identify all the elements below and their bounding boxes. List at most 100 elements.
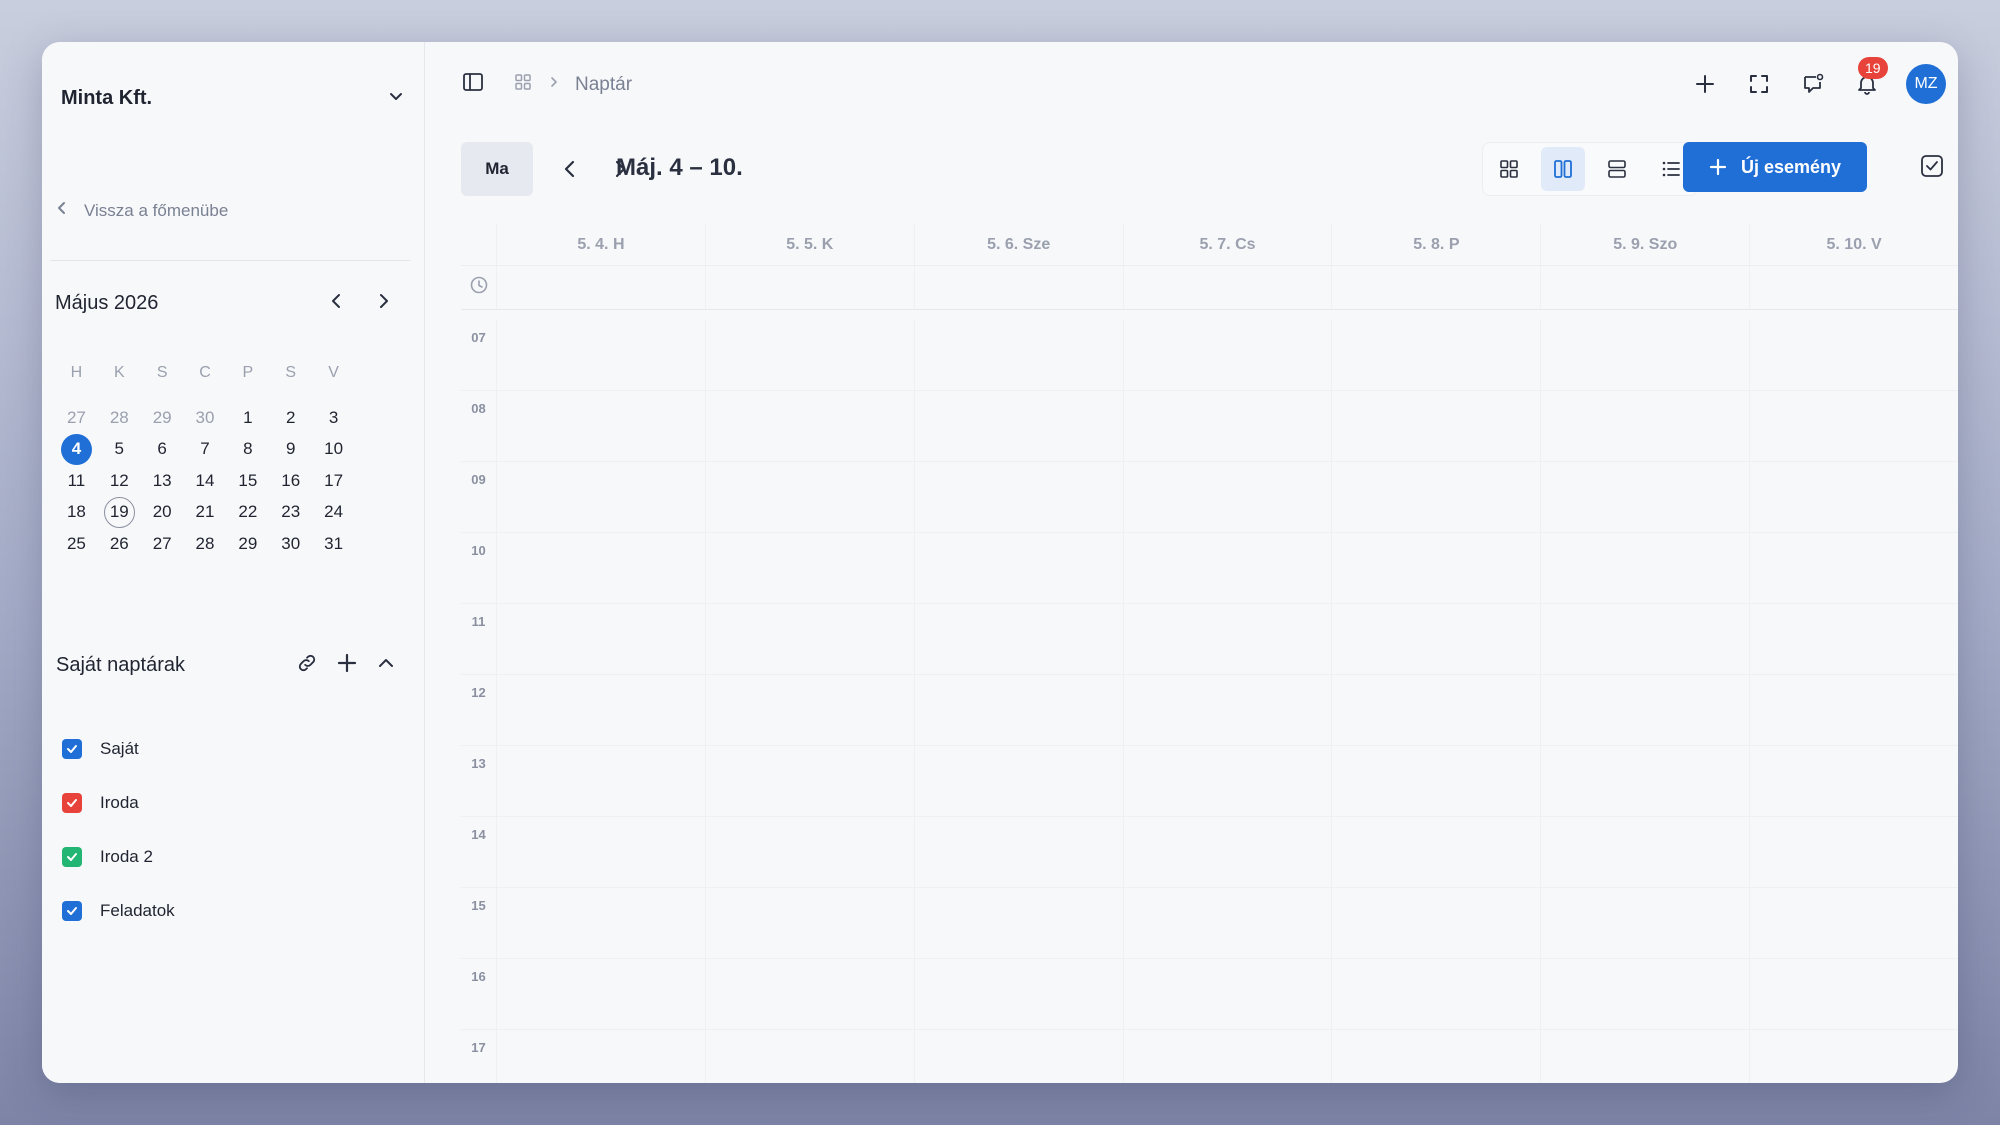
time-slot[interactable] bbox=[1122, 1030, 1332, 1083]
time-slot[interactable] bbox=[913, 1030, 1123, 1083]
time-slot[interactable] bbox=[1122, 462, 1332, 532]
calendar-item[interactable]: Iroda 2 bbox=[62, 830, 175, 884]
add-button[interactable] bbox=[1690, 69, 1720, 99]
time-slot[interactable] bbox=[1540, 533, 1749, 603]
mini-day[interactable]: 30 bbox=[269, 528, 312, 559]
time-slot[interactable] bbox=[1540, 746, 1749, 816]
time-slot[interactable] bbox=[704, 462, 914, 532]
time-slot[interactable] bbox=[496, 959, 705, 1029]
notifications-button[interactable]: 19 bbox=[1852, 57, 1888, 99]
time-slot[interactable] bbox=[1749, 462, 1958, 532]
time-slot[interactable] bbox=[1540, 888, 1749, 958]
time-slot[interactable] bbox=[1540, 604, 1749, 674]
chevron-up-icon[interactable] bbox=[376, 653, 396, 678]
all-day-cell[interactable] bbox=[1749, 266, 1958, 309]
time-slot[interactable] bbox=[704, 746, 914, 816]
mini-day[interactable]: 16 bbox=[269, 465, 312, 496]
time-slot[interactable] bbox=[913, 462, 1123, 532]
day-header[interactable]: 5. 5. K bbox=[704, 224, 914, 265]
time-slot[interactable] bbox=[913, 959, 1123, 1029]
time-slot[interactable] bbox=[1122, 604, 1332, 674]
mini-day[interactable]: 11 bbox=[55, 465, 98, 496]
time-slot[interactable] bbox=[913, 817, 1123, 887]
time-slot[interactable] bbox=[1749, 959, 1958, 1029]
mini-day[interactable]: 31 bbox=[312, 528, 355, 559]
time-slot[interactable] bbox=[1749, 888, 1958, 958]
today-button[interactable]: Ma bbox=[461, 142, 533, 196]
time-slot[interactable] bbox=[1331, 320, 1540, 390]
chat-icon[interactable] bbox=[1798, 69, 1828, 99]
time-slot[interactable] bbox=[913, 675, 1123, 745]
week-view-button[interactable] bbox=[1541, 147, 1585, 191]
mini-day[interactable]: 10 bbox=[312, 434, 355, 465]
time-slot[interactable] bbox=[496, 675, 705, 745]
mini-day[interactable]: 28 bbox=[98, 402, 141, 433]
time-slot[interactable] bbox=[1540, 320, 1749, 390]
org-switcher[interactable]: Minta Kft. bbox=[61, 78, 406, 118]
time-slot[interactable] bbox=[1749, 1030, 1958, 1083]
calendar-checkbox[interactable] bbox=[62, 793, 82, 813]
mini-day[interactable]: 29 bbox=[226, 528, 269, 559]
mini-day[interactable]: 25 bbox=[55, 528, 98, 559]
time-slot[interactable] bbox=[1749, 817, 1958, 887]
mini-day[interactable]: 12 bbox=[98, 465, 141, 496]
time-slot[interactable] bbox=[1749, 675, 1958, 745]
add-calendar-button[interactable] bbox=[336, 652, 358, 679]
time-slot[interactable] bbox=[1540, 391, 1749, 461]
time-slot[interactable] bbox=[913, 391, 1123, 461]
new-event-button[interactable]: Új esemény bbox=[1683, 142, 1867, 192]
day-header[interactable]: 5. 10. V bbox=[1749, 224, 1958, 265]
mini-next-month-button[interactable] bbox=[373, 290, 395, 317]
mini-day[interactable]: 24 bbox=[312, 497, 355, 528]
time-slot[interactable] bbox=[496, 604, 705, 674]
time-slot[interactable] bbox=[1122, 888, 1332, 958]
mini-day[interactable]: 6 bbox=[141, 434, 184, 465]
time-slot[interactable] bbox=[1331, 959, 1540, 1029]
mini-day-today[interactable]: 19 bbox=[98, 496, 141, 528]
all-day-cell[interactable] bbox=[1540, 266, 1749, 309]
month-view-button[interactable] bbox=[1487, 147, 1531, 191]
calendar-checkbox[interactable] bbox=[62, 739, 82, 759]
time-slot[interactable] bbox=[913, 320, 1123, 390]
mini-day[interactable]: 8 bbox=[226, 434, 269, 465]
back-to-main-link[interactable]: Vissza a főmenübe bbox=[54, 200, 228, 221]
mini-day[interactable]: 2 bbox=[269, 402, 312, 433]
all-day-cell[interactable] bbox=[1122, 266, 1332, 309]
time-slot[interactable] bbox=[704, 675, 914, 745]
tasks-checkbox-icon[interactable] bbox=[1918, 152, 1946, 185]
mini-day[interactable]: 21 bbox=[184, 497, 227, 528]
mini-day[interactable]: 20 bbox=[141, 497, 184, 528]
time-slot[interactable] bbox=[1331, 533, 1540, 603]
mini-day-selected[interactable]: 4 bbox=[55, 433, 98, 465]
all-day-cell[interactable] bbox=[496, 266, 705, 309]
time-slot[interactable] bbox=[496, 817, 705, 887]
mini-day[interactable]: 14 bbox=[184, 465, 227, 496]
time-slot[interactable] bbox=[1122, 533, 1332, 603]
time-slot[interactable] bbox=[1749, 604, 1958, 674]
time-slot[interactable] bbox=[913, 888, 1123, 958]
mini-day[interactable]: 28 bbox=[184, 528, 227, 559]
calendar-item[interactable]: Feladatok bbox=[62, 884, 175, 938]
mini-day[interactable]: 26 bbox=[98, 528, 141, 559]
mini-day[interactable]: 27 bbox=[141, 528, 184, 559]
time-slot[interactable] bbox=[704, 391, 914, 461]
time-slot[interactable] bbox=[1331, 462, 1540, 532]
link-icon[interactable] bbox=[296, 652, 318, 679]
time-slot[interactable] bbox=[496, 746, 705, 816]
time-slot[interactable] bbox=[1122, 675, 1332, 745]
time-slot[interactable] bbox=[1331, 675, 1540, 745]
calendar-checkbox[interactable] bbox=[62, 901, 82, 921]
time-slot[interactable] bbox=[704, 1030, 914, 1083]
mini-day[interactable]: 27 bbox=[55, 402, 98, 433]
sidebar-toggle-icon[interactable] bbox=[461, 70, 485, 99]
day-header[interactable]: 5. 7. Cs bbox=[1122, 224, 1332, 265]
time-slot[interactable] bbox=[496, 1030, 705, 1083]
mini-day[interactable]: 29 bbox=[141, 402, 184, 433]
time-slot[interactable] bbox=[1540, 462, 1749, 532]
time-slot[interactable] bbox=[704, 959, 914, 1029]
mini-day[interactable]: 5 bbox=[98, 434, 141, 465]
mini-day[interactable]: 9 bbox=[269, 434, 312, 465]
time-slot[interactable] bbox=[1331, 1030, 1540, 1083]
time-slot[interactable] bbox=[1749, 533, 1958, 603]
time-slot[interactable] bbox=[704, 320, 914, 390]
